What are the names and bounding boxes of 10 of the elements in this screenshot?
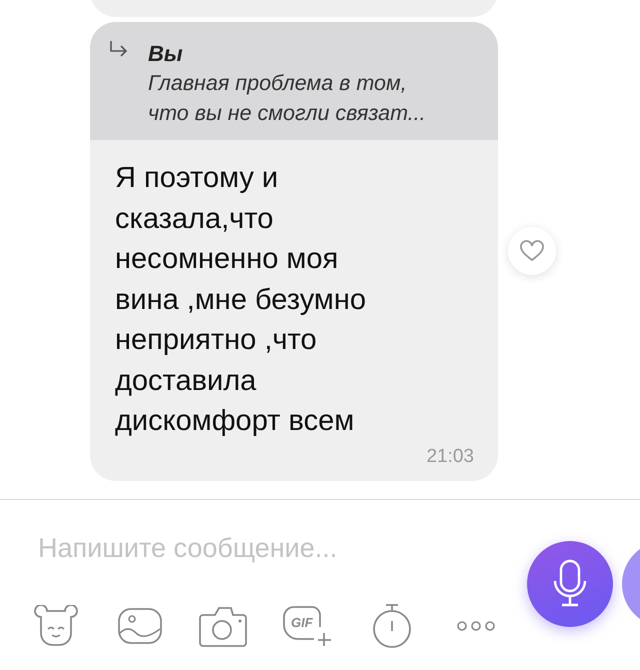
message-input[interactable]: Напишите сообщение...	[38, 528, 478, 568]
reply-quote[interactable]: Вы Главная проблема в том, что вы не смогли связат...	[90, 22, 498, 140]
microphone-icon	[552, 559, 588, 609]
microphone-button[interactable]	[527, 541, 613, 627]
quote-author: Вы	[148, 40, 184, 68]
quote-text: Главная проблема в том, что вы не смогли связат...	[148, 70, 426, 127]
message-time: 21:03	[426, 444, 474, 468]
heart-icon	[519, 240, 545, 262]
like-button[interactable]	[508, 227, 556, 275]
message-text: Я поэтому и сказала,что несомненно моя вина ,мне безумно неприятно ,что доставила дискомфорт всем	[114, 161, 368, 439]
